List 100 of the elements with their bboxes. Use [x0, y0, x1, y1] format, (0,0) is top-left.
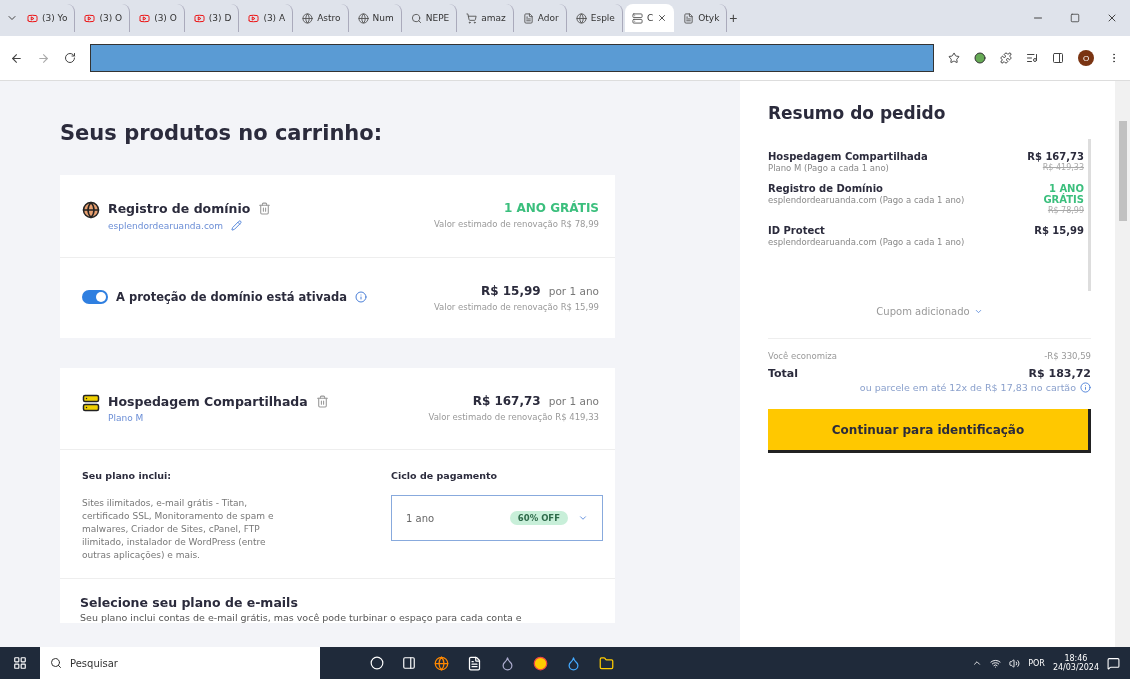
old-price: R$ 78,99 — [1047, 206, 1084, 215]
plan-description: Sites ilimitados, e-mail grátis - Titan, certificado SSL, Monitoramento de spam e malwares, Criador de Sites, cPanel, FTP ilimitado, instalador de WordPress (entre outras aplicações) e mais. — [82, 497, 275, 563]
browser-tab[interactable]: (3) A — [241, 4, 294, 32]
discount-badge: 60% OFF — [509, 511, 568, 525]
old-price: R$ 419,33 — [1042, 163, 1084, 172]
item-price: R$ 167,73 — [1026, 151, 1084, 162]
total-label: Total — [768, 367, 799, 380]
bookmark-button[interactable] — [948, 52, 960, 64]
renewal-text: Valor estimado de renovação R$ 15,99 — [433, 302, 599, 312]
tab-favicon-icon — [27, 12, 38, 24]
item-detail: esplendordearuanda.com (Pago a cada 1 ano) — [768, 237, 965, 247]
network-icon[interactable] — [990, 657, 1002, 669]
item-name: Registro de Domínio — [768, 183, 884, 194]
trash-icon[interactable] — [258, 202, 272, 215]
tab-favicon-icon — [84, 12, 96, 24]
free-label: 1 ANO GRÁTIS — [504, 201, 599, 215]
tab-favicon-icon — [139, 12, 151, 24]
restore-button[interactable] — [1070, 13, 1080, 23]
caret-icon — [973, 307, 983, 316]
extensions-button[interactable] — [1000, 52, 1012, 64]
reading-list-button[interactable] — [1026, 52, 1038, 64]
product-title: Registro de domínio — [108, 201, 251, 216]
file-icon[interactable] — [467, 655, 482, 671]
price-text: R$ 167,73 — [472, 394, 541, 408]
item-name: Hospedagem Compartilhada — [768, 151, 928, 162]
drop-icon[interactable] — [566, 655, 581, 671]
browser-tab[interactable]: NEPE — [403, 4, 458, 32]
side-panel-button[interactable] — [1052, 52, 1064, 64]
protection-toggle[interactable] — [82, 290, 108, 304]
browser-tab[interactable]: (3) O — [132, 4, 185, 32]
tab-favicon-icon — [522, 12, 534, 24]
tab-favicon-icon — [248, 12, 260, 24]
trash-icon[interactable] — [315, 395, 329, 408]
back-button[interactable] — [10, 51, 23, 65]
renewal-text: Valor estimado de renovação R$ 78,99 — [433, 219, 599, 229]
forward-arrow-icon — [37, 51, 50, 65]
section-label: Ciclo de pagamento — [391, 470, 499, 481]
globe-icon — [82, 201, 100, 219]
folder-icon[interactable] — [599, 655, 614, 671]
star-icon — [948, 52, 960, 64]
back-arrow-icon — [10, 51, 23, 65]
tab-favicon-icon — [193, 12, 205, 24]
notification-icon[interactable] — [1107, 656, 1120, 670]
item-price: 1 ANO GRÁTIS — [1042, 183, 1084, 205]
tab-favicon-icon — [466, 12, 478, 24]
plan-name: Plano M — [108, 413, 145, 423]
volume-icon[interactable] — [1009, 657, 1021, 669]
browser-tab[interactable]: amaz — [459, 4, 514, 32]
tab-favicon-icon — [410, 12, 422, 24]
close-button[interactable] — [1106, 12, 1118, 24]
section-text: Seu plano inclui contas de e-mail grátis, mas você pode turbinar o espaço para cada conta e — [80, 612, 523, 624]
protection-label: A proteção de domínio está ativada — [116, 290, 347, 304]
total-value: R$ 183,72 — [1028, 367, 1091, 380]
browser-tab[interactable]: (3) D — [186, 4, 240, 32]
profile-button[interactable]: O — [1078, 50, 1094, 66]
close-icon — [1106, 12, 1118, 24]
continue-button[interactable]: Continuar para identificação — [768, 409, 1091, 453]
browser-tab[interactable]: (3) O — [77, 4, 131, 32]
reload-button[interactable] — [64, 52, 76, 64]
tab-favicon-icon — [575, 12, 587, 24]
browser-tab[interactable]: (3) Yo — [20, 4, 76, 32]
page-heading: Seus produtos no carrinho: — [60, 121, 384, 145]
side-panel-icon — [1052, 52, 1064, 64]
browser-tab[interactable]: Esple — [568, 4, 623, 32]
taskbar-search[interactable]: Pesquisar — [40, 647, 320, 679]
info-icon[interactable] — [1080, 382, 1091, 393]
address-bar[interactable] — [90, 44, 934, 72]
browser-tab[interactable]: Otyk — [676, 4, 728, 32]
puzzle-icon — [1000, 52, 1012, 64]
windows-icon — [13, 656, 27, 670]
browser-tab[interactable]: Ador — [515, 4, 567, 32]
period-text: por 1 ano — [548, 285, 599, 297]
browser-tab[interactable]: Astro — [295, 4, 349, 32]
search-icon — [50, 657, 62, 669]
close-icon — [657, 13, 668, 23]
savings-label: Você economiza — [768, 351, 837, 361]
edit-icon[interactable] — [231, 220, 243, 231]
installments-text: ou parcele em até 12x de R$ 17,83 no cartão — [859, 382, 1076, 393]
product-title: Hospedagem Compartilhada — [108, 394, 308, 409]
browser-tab[interactable]: Num — [350, 4, 402, 32]
language-indicator: POR — [1028, 658, 1045, 668]
section-heading: Selecione seu plano de e-mails — [80, 595, 299, 611]
billing-cycle-select[interactable]: 1 ano 60% OFF — [391, 495, 603, 541]
restore-icon — [1070, 13, 1080, 23]
server-icon — [82, 394, 100, 412]
clock-date: 24/03/2024 — [1052, 663, 1099, 672]
browser-icon[interactable] — [434, 655, 449, 671]
reload-icon — [64, 52, 76, 64]
domain-name: esplendordearuanda.com — [108, 220, 224, 231]
browser-tab[interactable]: C — [624, 4, 675, 32]
info-icon[interactable] — [354, 291, 367, 303]
price-text: R$ 15,99 — [481, 284, 541, 298]
item-detail: esplendordearuanda.com (Pago a cada 1 ano) — [768, 195, 965, 205]
renewal-text: Valor estimado de renovação R$ 419,33 — [428, 412, 599, 422]
tab-favicon-icon — [631, 12, 643, 24]
savings-value: -R$ 330,59 — [1044, 351, 1091, 361]
summary-heading: Resumo do pedido — [768, 103, 947, 123]
list-icon — [1026, 52, 1038, 64]
app-icon[interactable] — [500, 655, 515, 671]
new-tab-button[interactable]: + — [729, 10, 738, 26]
